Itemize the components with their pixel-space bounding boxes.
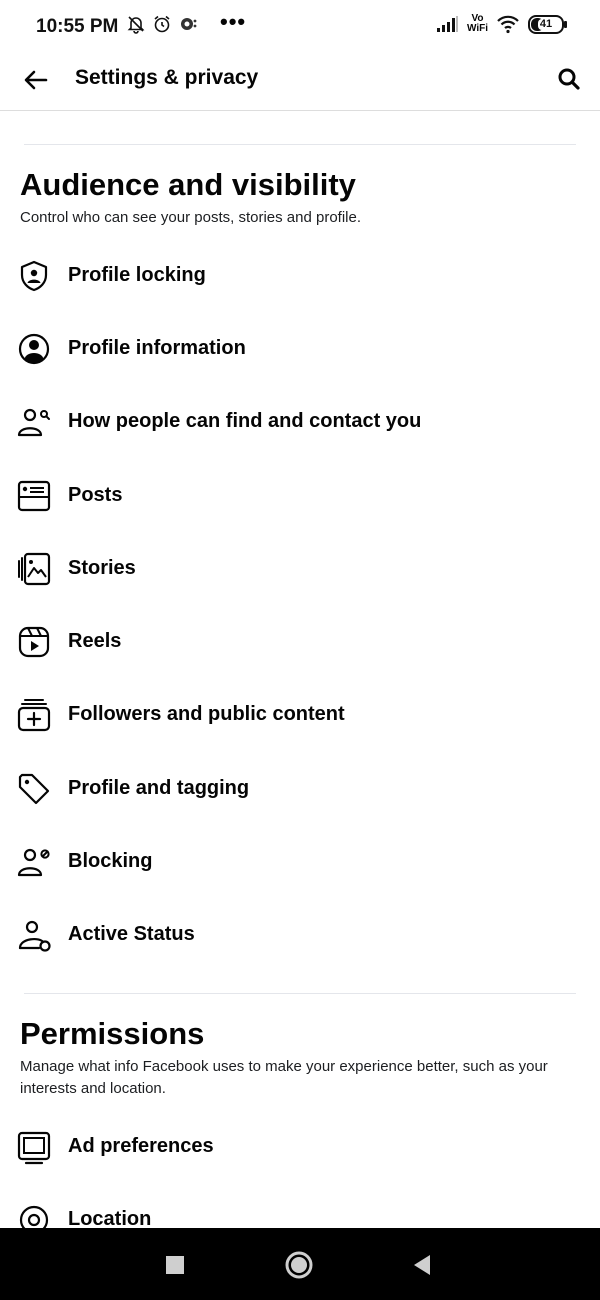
messenger-status-icon [181, 18, 197, 30]
posts-icon [17, 480, 51, 512]
menu-item-label: Ad preferences [68, 1135, 214, 1157]
status-icons-left [126, 14, 198, 34]
ad-preferences-icon [17, 1131, 51, 1165]
profile-circle-icon [18, 333, 50, 365]
menu-item-label: Reels [68, 630, 122, 652]
menu-item-label: Posts [68, 484, 123, 506]
page-title: Settings & privacy [75, 66, 259, 89]
wifi-icon [497, 15, 519, 34]
menu-item-blocking[interactable]: Blocking [0, 832, 600, 892]
stories-icon [18, 552, 51, 586]
back-triangle-icon[interactable] [408, 1250, 438, 1280]
blocking-icon [17, 848, 50, 877]
menu-item-label: Profile and tagging [68, 777, 250, 799]
battery-icon: 41 [528, 14, 567, 34]
section-title-permissions: Permissions [20, 1016, 205, 1051]
section-description-audience: Control who can see your posts, stories … [20, 209, 362, 226]
status-more-dots: ••• [220, 9, 247, 34]
menu-item-label: How people can find and contact you [68, 410, 422, 432]
menu-item-posts[interactable]: Posts [0, 466, 600, 526]
menu-item-ad-preferences[interactable]: Ad preferences [0, 1117, 600, 1177]
section-divider [24, 993, 576, 994]
alarm-icon [154, 15, 170, 33]
reels-icon [18, 626, 50, 658]
menu-item-profile-tagging[interactable]: Profile and tagging [0, 759, 600, 819]
section-description-permissions: Manage what info Facebook uses to make y… [20, 1058, 548, 1097]
menu-item-label: Profile information [68, 337, 246, 359]
home-circle-icon[interactable] [284, 1250, 314, 1280]
vowifi-indicator: Vo WiFi [466, 13, 488, 34]
status-time: 10:55 PM [36, 16, 119, 37]
menu-item-find-contact[interactable]: How people can find and contact you [0, 392, 600, 452]
menu-item-label: Profile locking [68, 264, 206, 286]
status-icons-right: Vo WiFi 41 [436, 13, 567, 34]
back-arrow-icon[interactable] [20, 64, 52, 96]
tag-icon [18, 773, 50, 805]
menu-item-label: Followers and public content [68, 703, 345, 725]
menu-item-profile-information[interactable]: Profile information [0, 319, 600, 379]
find-people-icon [17, 408, 50, 437]
menu-item-profile-locking[interactable]: Profile locking [0, 246, 600, 306]
battery-level: 41 [537, 17, 555, 30]
menu-item-label: Active Status [68, 923, 195, 945]
bell-off-icon [127, 16, 145, 34]
status-bar: 10:55 PM ••• Vo WiFi 41 [0, 0, 600, 52]
section-title-audience: Audience and visibility [20, 167, 356, 202]
shield-person-icon [20, 260, 48, 292]
app-header: Settings & privacy [0, 52, 600, 111]
active-status-icon [18, 920, 51, 952]
signal-icon [436, 16, 458, 32]
search-icon[interactable] [556, 66, 582, 92]
followers-icon [17, 699, 51, 732]
recents-square-icon[interactable] [160, 1250, 190, 1280]
system-navigation-bar [0, 1228, 600, 1300]
section-divider [24, 144, 576, 145]
menu-item-stories[interactable]: Stories [0, 539, 600, 599]
menu-item-reels[interactable]: Reels [0, 612, 600, 672]
menu-item-label: Blocking [68, 850, 153, 872]
menu-item-label: Stories [68, 557, 136, 579]
menu-item-followers[interactable]: Followers and public content [0, 685, 600, 745]
menu-item-active-status[interactable]: Active Status [0, 905, 600, 965]
